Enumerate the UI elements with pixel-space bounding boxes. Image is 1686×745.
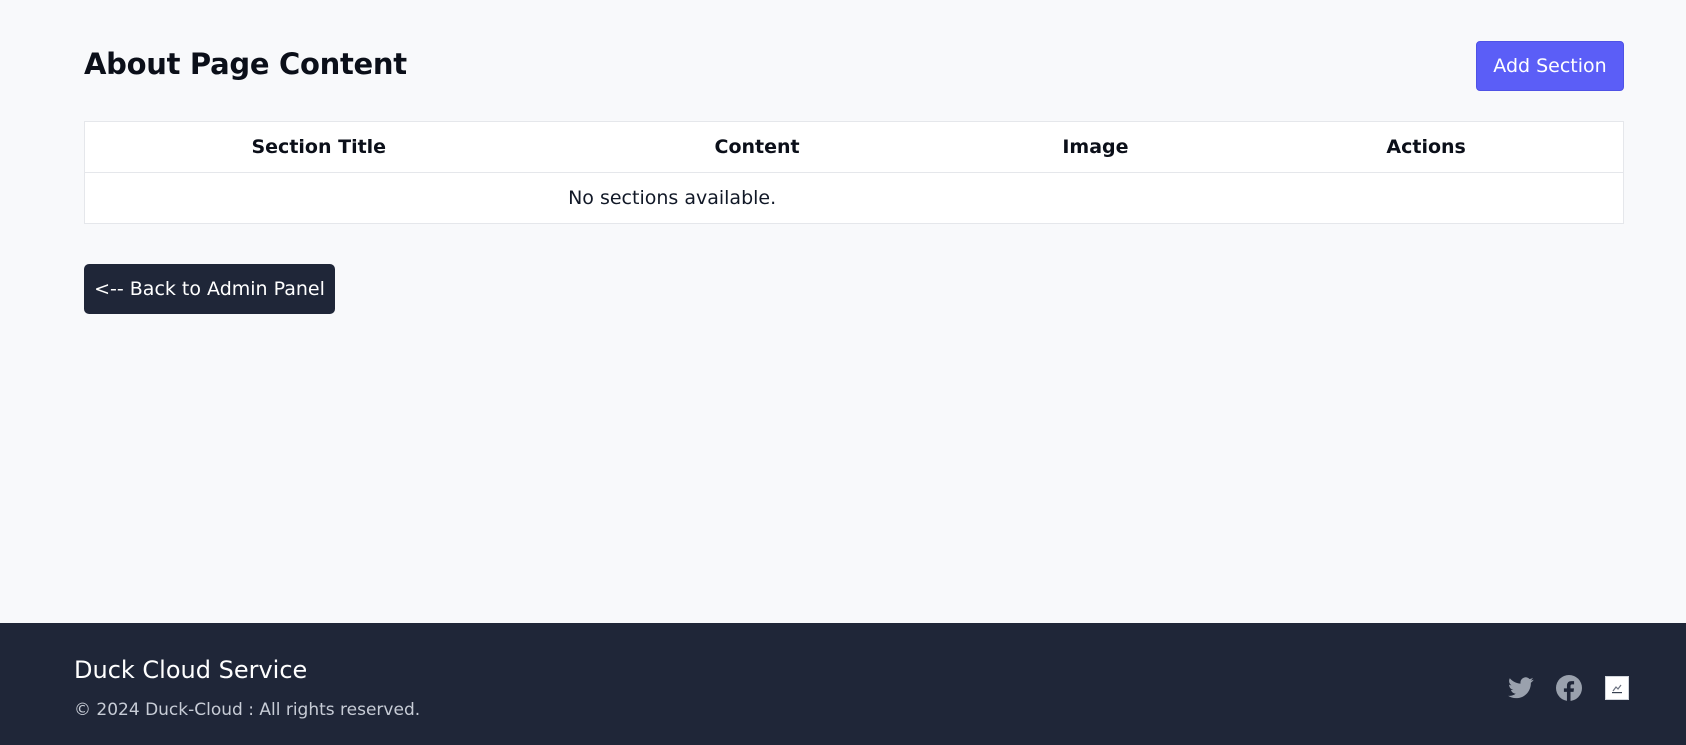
broken-image-icon (1605, 676, 1629, 700)
facebook-icon[interactable] (1556, 675, 1582, 701)
table-row: No sections available. (85, 173, 1623, 224)
back-to-admin-button[interactable]: <-- Back to Admin Panel (84, 264, 335, 314)
add-section-button[interactable]: Add Section (1476, 41, 1624, 91)
empty-message: No sections available. (568, 187, 777, 209)
image-icon[interactable] (1604, 675, 1630, 701)
footer-brand: Duck Cloud Service (74, 656, 308, 684)
column-header-image: Image (961, 122, 1230, 173)
footer: Duck Cloud Service © 2024 Duck-Cloud : A… (0, 623, 1686, 745)
column-header-content: Content (552, 122, 962, 173)
page-header: About Page Content Add Section (84, 41, 1624, 91)
twitter-icon[interactable] (1508, 675, 1534, 701)
social-links (1508, 675, 1630, 701)
column-header-section-title: Section Title (85, 122, 553, 173)
page-title: About Page Content (84, 47, 407, 81)
empty-cell (1229, 173, 1623, 224)
sections-table: Section Title Content Image Actions No s… (84, 121, 1624, 224)
column-header-actions: Actions (1229, 122, 1623, 173)
table-header-row: Section Title Content Image Actions (85, 122, 1623, 173)
footer-copyright: © 2024 Duck-Cloud : All rights reserved. (74, 700, 421, 720)
